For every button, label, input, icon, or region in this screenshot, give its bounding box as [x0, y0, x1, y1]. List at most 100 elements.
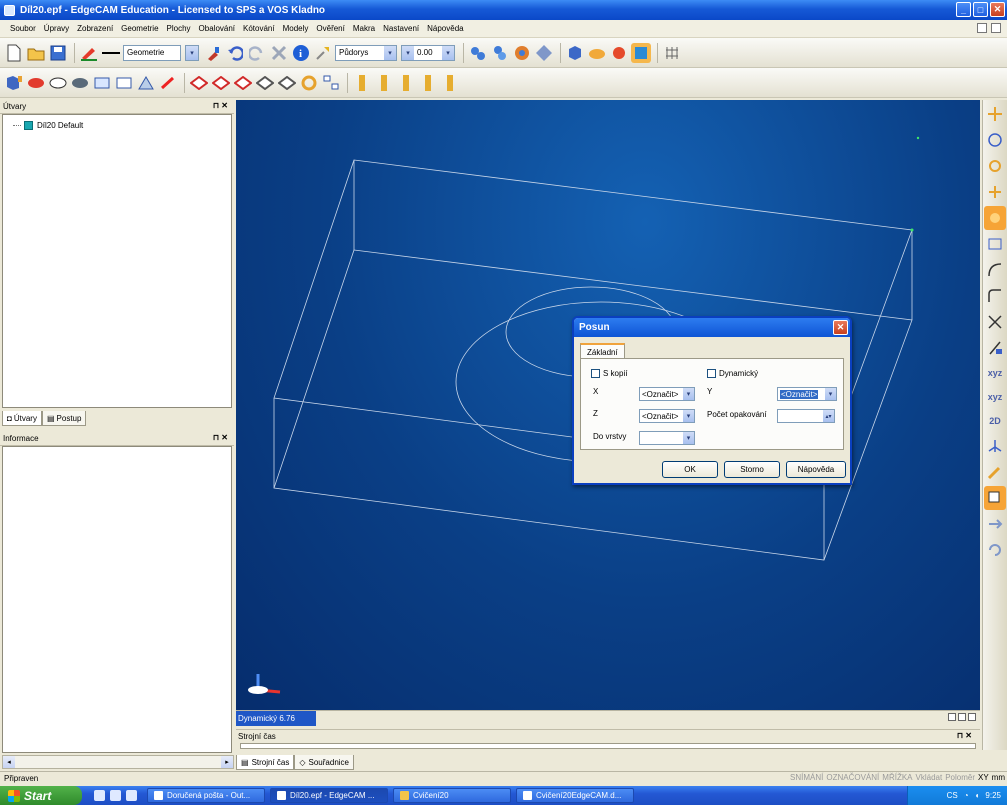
task-folder[interactable]: Cvičení20: [393, 788, 511, 803]
lamp-icon[interactable]: [609, 43, 629, 63]
mdi-restore-icon[interactable]: [977, 23, 987, 33]
menu-obalovani[interactable]: Obalování: [195, 24, 239, 33]
zoom-icon[interactable]: [313, 43, 333, 63]
menu-upravy[interactable]: Úpravy: [40, 24, 73, 33]
s-kopii-checkbox[interactable]: S kopií: [591, 369, 627, 378]
face-icon[interactable]: [92, 73, 112, 93]
menu-plochy[interactable]: Plochy: [163, 24, 195, 33]
circle-snap-icon[interactable]: [984, 128, 1006, 152]
indicator-mrizka[interactable]: MŘÍŽKA: [882, 773, 912, 782]
tool4-icon[interactable]: [418, 73, 438, 93]
tool5-icon[interactable]: [440, 73, 460, 93]
mirror-icon[interactable]: [534, 43, 554, 63]
cascade-icon[interactable]: [958, 713, 966, 721]
menu-makra[interactable]: Makra: [349, 24, 379, 33]
scroll-right-icon[interactable]: ▸: [221, 756, 233, 768]
grid-icon[interactable]: [662, 43, 682, 63]
slot-icon[interactable]: [114, 73, 134, 93]
rectangle-icon[interactable]: [984, 232, 1006, 256]
xyz-offset-icon[interactable]: xyz: [984, 386, 1006, 408]
new-file-icon[interactable]: [4, 43, 24, 63]
checkbox-box[interactable]: [707, 369, 716, 378]
cross-snap-icon[interactable]: [984, 180, 1006, 204]
view-combo[interactable]: Půdorys ▾: [335, 44, 397, 61]
close-view-icon[interactable]: [968, 713, 976, 721]
menu-soubor[interactable]: Soubor: [6, 24, 40, 33]
trim-icon[interactable]: [984, 310, 1006, 334]
cycle4-icon[interactable]: [255, 73, 275, 93]
profile-icon[interactable]: [48, 73, 68, 93]
toolpath-icon[interactable]: [26, 73, 46, 93]
add-layer-icon[interactable]: [984, 486, 1006, 510]
rotate-icon[interactable]: [512, 43, 532, 63]
pen-color-icon[interactable]: [79, 43, 99, 63]
undo-icon[interactable]: [225, 43, 245, 63]
redo-icon[interactable]: [247, 43, 267, 63]
pocet-opakovani-spinner[interactable]: ▴▾: [777, 409, 835, 423]
brush-icon[interactable]: [203, 43, 223, 63]
indicator-units[interactable]: mm: [992, 773, 1005, 782]
tool2-icon[interactable]: [374, 73, 394, 93]
cycle2-icon[interactable]: [211, 73, 231, 93]
browser-icon[interactable]: [94, 790, 105, 801]
arc-icon[interactable]: [984, 258, 1006, 282]
2d-icon[interactable]: 2D: [984, 410, 1006, 432]
menu-overeni[interactable]: Ověření: [312, 24, 348, 33]
start-button[interactable]: Start: [0, 786, 82, 805]
axis-icon[interactable]: [984, 434, 1006, 458]
depth-combo[interactable]: ▾ 0.00 ▾: [401, 44, 455, 61]
tab-utvary[interactable]: ◘ Útvary: [2, 411, 42, 426]
delete-icon[interactable]: [269, 43, 289, 63]
clock[interactable]: 9:25: [985, 791, 1001, 800]
arrow-icon[interactable]: [984, 512, 1006, 536]
layer-combo-arrow[interactable]: ▾: [185, 44, 199, 61]
tile-icon[interactable]: [948, 713, 956, 721]
y-combo[interactable]: <Označit> ▾: [777, 387, 837, 401]
line-style-icon[interactable]: [101, 43, 121, 63]
folder-icon[interactable]: [126, 790, 137, 801]
machine-icon[interactable]: [4, 73, 24, 93]
ok-button[interactable]: OK: [662, 461, 718, 478]
spinner-arrows-icon[interactable]: ▴▾: [823, 410, 834, 422]
maximize-button[interactable]: □: [973, 2, 988, 17]
cycle3-icon[interactable]: [233, 73, 253, 93]
fillet-icon[interactable]: [984, 284, 1006, 308]
horizontal-scrollbar[interactable]: ◂ ▸: [2, 755, 234, 769]
dynamicky-checkbox[interactable]: Dynamický: [707, 369, 758, 378]
pin-close-control[interactable]: ⊓ ✕: [957, 731, 972, 740]
drill-icon[interactable]: [136, 73, 156, 93]
tab-zakladni[interactable]: Základní: [580, 343, 625, 359]
tool3-icon[interactable]: [396, 73, 416, 93]
pen-icon[interactable]: [984, 460, 1006, 484]
open-folder-icon[interactable]: [26, 43, 46, 63]
checkbox-box[interactable]: [591, 369, 600, 378]
scroll-left-icon[interactable]: ◂: [3, 756, 15, 768]
media-icon[interactable]: [110, 790, 121, 801]
menu-nastaveni[interactable]: Nastavení: [379, 24, 423, 33]
indicator-polomer[interactable]: Poloměr: [945, 773, 975, 782]
transform2-icon[interactable]: [490, 43, 510, 63]
task-edgecam[interactable]: Díl20.epf - EdgeCAM ...: [270, 788, 388, 803]
help-pointer-icon[interactable]: [991, 23, 1001, 33]
transform-icon[interactable]: [468, 43, 488, 63]
shade-icon[interactable]: [587, 43, 607, 63]
indicator-vkladat[interactable]: Vkládat: [916, 773, 943, 782]
info-icon[interactable]: i: [291, 43, 311, 63]
gear-icon[interactable]: [984, 154, 1006, 178]
save-icon[interactable]: [48, 43, 68, 63]
menu-zobrazeni[interactable]: Zobrazení: [73, 24, 117, 33]
extend-icon[interactable]: [984, 336, 1006, 360]
cycle5-icon[interactable]: [277, 73, 297, 93]
xyz-icon[interactable]: xyz: [984, 362, 1006, 384]
napoveda-button[interactable]: Nápověda: [786, 461, 846, 478]
menu-geometrie[interactable]: Geometrie: [117, 24, 162, 33]
tab-postup[interactable]: ▤ Postup: [41, 411, 87, 426]
pin-close-control[interactable]: ⊓ ✕: [213, 433, 228, 442]
network-icon[interactable]: ◔: [964, 791, 969, 800]
point-icon[interactable]: [984, 102, 1006, 126]
tab-strojni-cas[interactable]: ▤ Strojní čas: [236, 755, 295, 770]
menu-napoveda[interactable]: Nápověda: [423, 24, 467, 33]
pocket-icon[interactable]: [70, 73, 90, 93]
pin-close-control[interactable]: ⊓ ✕: [213, 101, 228, 110]
minimize-button[interactable]: _: [956, 2, 971, 17]
